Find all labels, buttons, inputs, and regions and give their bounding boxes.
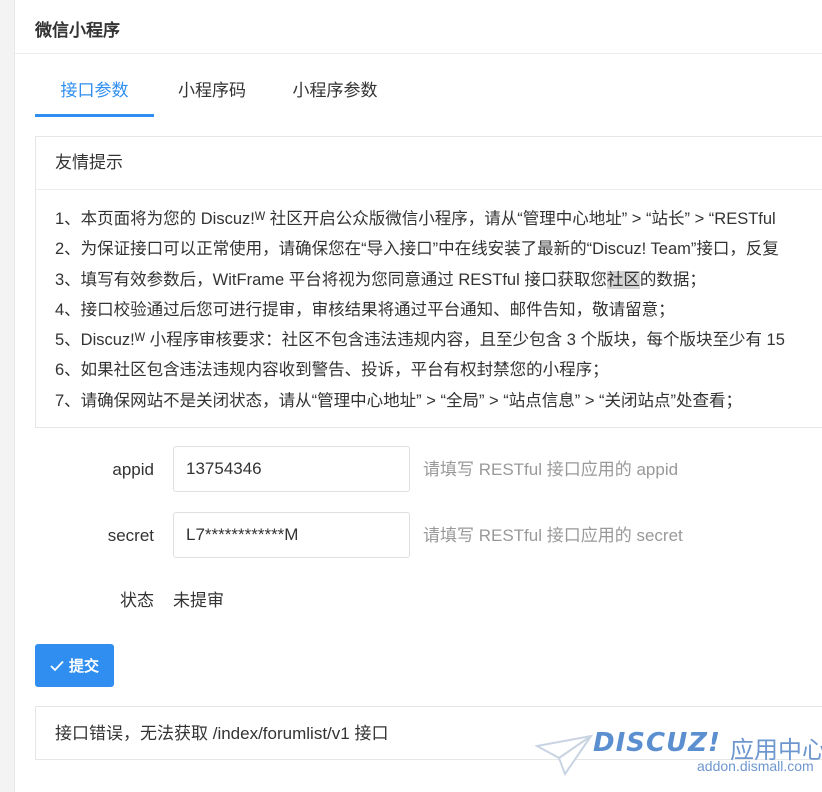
appid-label: appid — [112, 460, 154, 479]
status-row: 状态 未提审 — [35, 577, 822, 625]
notice-item: 6、如果社区包含违法违规内容收到警告、投诉，平台有权封禁您的小程序； — [55, 361, 609, 380]
secret-input[interactable] — [173, 512, 410, 558]
panel-title: 微信小程序 — [35, 21, 120, 40]
status-label: 状态 — [120, 591, 154, 610]
secret-row: secret 请填写 RESTful 接口应用的 secret — [35, 512, 822, 560]
tab-miniprogram-code[interactable]: 小程序码 — [162, 66, 262, 116]
notice-item: 1、本页面将为您的 Discuz!ᵂ 社区开启公众版微信小程序，请从“管理中心地… — [55, 210, 776, 228]
title-divider — [15, 53, 822, 54]
watermark: DISCUZ! 应用中心 addon.dismall.com — [535, 728, 822, 788]
notice-item: 4、接口校验通过后您可进行提审，审核结果将通过平台通知、邮件告知，敬请留意； — [55, 300, 675, 319]
appid-row: appid 请填写 RESTful 接口应用的 appid — [35, 446, 822, 494]
tab-api-params[interactable]: 接口参数 — [35, 66, 154, 116]
submit-button[interactable]: 提交 — [35, 644, 114, 687]
notice-item: 2、为保证接口可以正常使用，请确保您在“导入接口”中在线安装了最新的“Discu… — [55, 240, 779, 259]
highlighted-text: 社区 — [606, 270, 640, 289]
notice-box: 友情提示 1、本页面将为您的 Discuz!ᵂ 社区开启公众版微信小程序，请从“… — [35, 136, 822, 428]
secret-hint: 请填写 RESTful 接口应用的 secret — [423, 526, 683, 545]
status-value: 未提审 — [173, 591, 224, 610]
appid-hint: 请填写 RESTful 接口应用的 appid — [423, 460, 679, 479]
notice-item: 7、请确保网站不是关闭状态，请从“管理中心地址” > “全局” > “站点信息”… — [55, 391, 743, 410]
appid-input[interactable] — [173, 446, 410, 492]
watermark-url: addon.dismall.com — [697, 758, 814, 774]
notice-item: 3、填写有效参数后，WitFrame 平台将视为您同意通过 RESTful 接口… — [55, 270, 706, 289]
check-icon — [50, 660, 64, 671]
tab-bar: 接口参数 小程序码 小程序参数 — [35, 66, 822, 118]
secret-label: secret — [107, 526, 154, 545]
notice-title: 友情提示 — [36, 137, 822, 190]
paper-plane-icon — [535, 734, 594, 777]
notice-item: 5、Discuz!ᵂ 小程序审核要求：社区不包含违法违规内容，且至少包含 3 个… — [55, 331, 785, 350]
submit-label: 提交 — [68, 658, 99, 675]
wechat-miniprogram-panel: 微信小程序 接口参数 小程序码 小程序参数 友情提示 1、本页面将为您的 Dis… — [14, 0, 822, 792]
notice-list: 1、本页面将为您的 Discuz!ᵂ 社区开启公众版微信小程序，请从“管理中心地… — [36, 190, 822, 416]
active-tab-indicator — [35, 114, 154, 117]
tab-miniprogram-params[interactable]: 小程序参数 — [285, 66, 385, 116]
watermark-logo: DISCUZ! — [593, 728, 721, 758]
